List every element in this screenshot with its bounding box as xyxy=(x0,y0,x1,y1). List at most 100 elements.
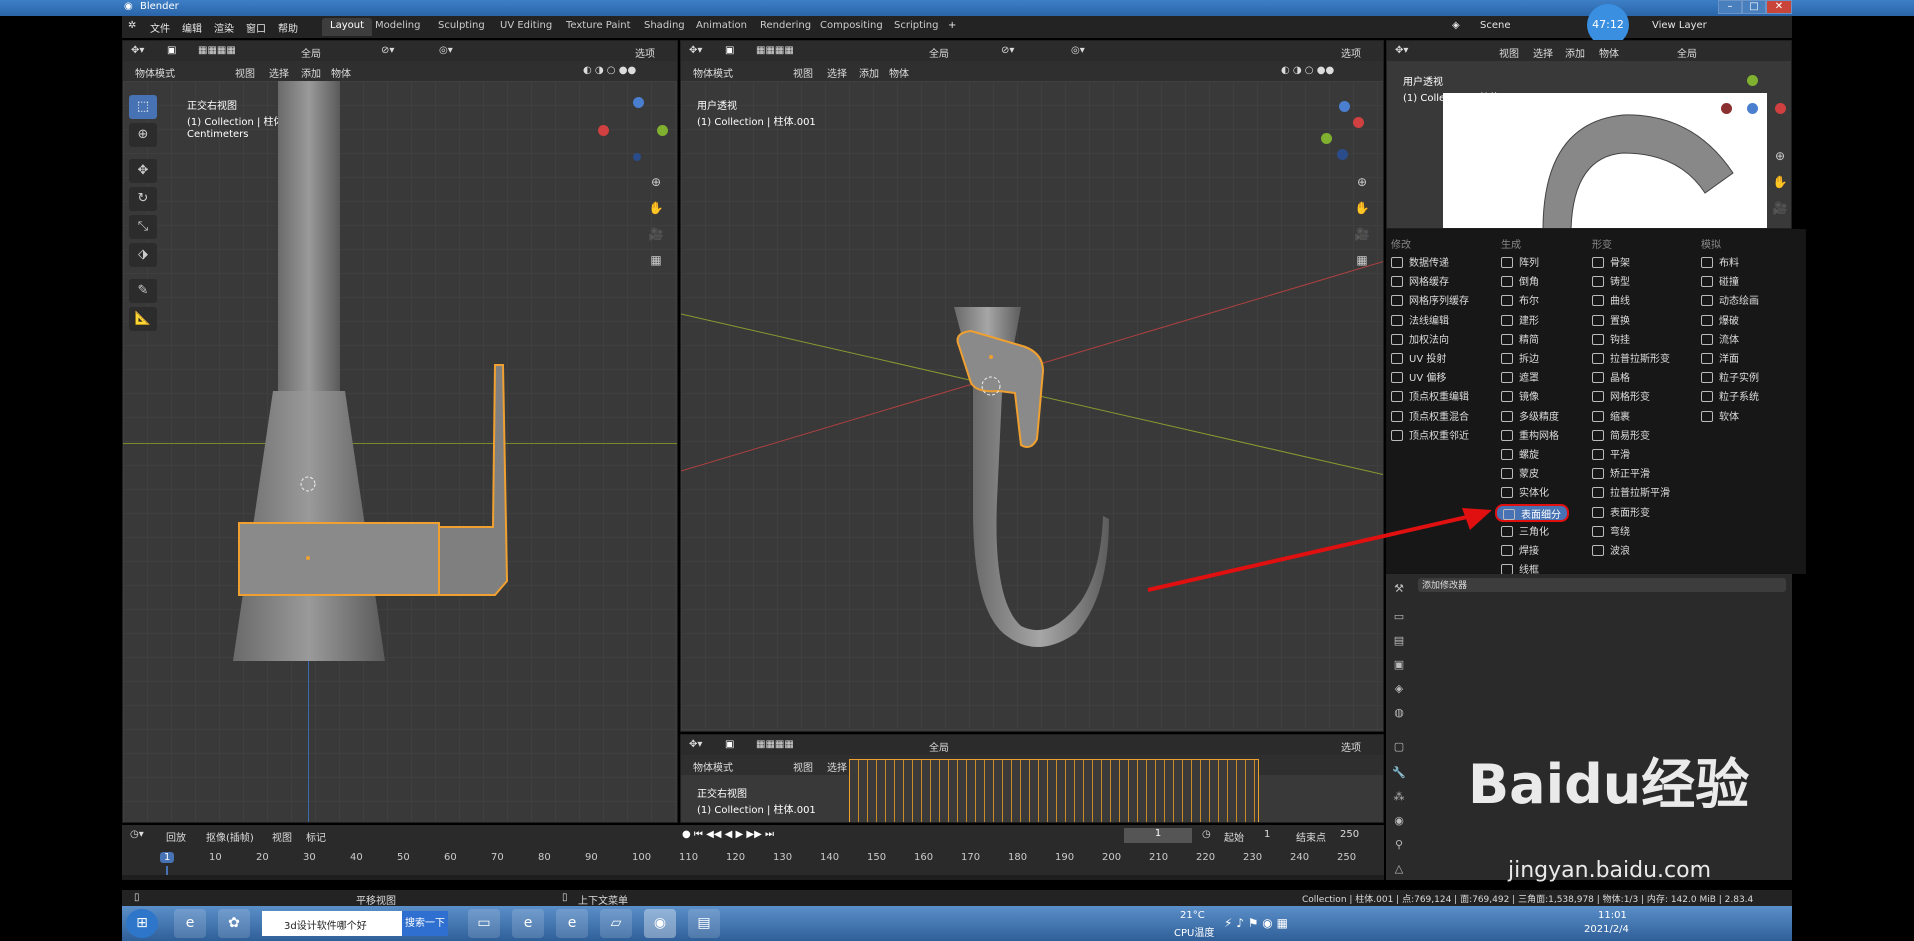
view-menu[interactable]: 视图 xyxy=(235,65,255,80)
modifier-item-generate[interactable]: 拆边 xyxy=(1501,350,1539,368)
gizmo-neg-x-icon[interactable] xyxy=(1721,103,1732,114)
start-frame-field[interactable]: 1 xyxy=(1264,829,1270,840)
output-tab-icon[interactable]: ▤ xyxy=(1390,632,1408,650)
close-button[interactable]: ✕ xyxy=(1766,0,1792,14)
modifier-item-deform[interactable]: 置换 xyxy=(1592,312,1630,330)
taskbar-search-input[interactable]: 3d设计软件哪个好 xyxy=(262,911,402,936)
add-workspace-icon[interactable]: + xyxy=(948,20,956,31)
view-layer-tab-icon[interactable]: ▣ xyxy=(1390,656,1408,674)
editor-type-icon[interactable]: ✥▾ xyxy=(131,45,144,56)
object-menu[interactable]: 物体 xyxy=(1599,45,1619,60)
options-menu[interactable]: 选项 xyxy=(1341,739,1361,754)
proportional-icon[interactable]: ◎▾ xyxy=(439,45,453,56)
tab-rendering[interactable]: Rendering xyxy=(752,18,819,36)
view-layer-name[interactable]: View Layer xyxy=(1652,20,1707,31)
modifier-item-simulate[interactable]: 软体 xyxy=(1701,408,1739,426)
tray-icons[interactable]: ⚡ ♪ ⚑ ◉ ▦ xyxy=(1224,916,1288,930)
modifier-item-modify[interactable]: 网格缓存 xyxy=(1391,273,1449,291)
modifier-item-modify[interactable]: 加权法向 xyxy=(1391,331,1449,349)
transform-orientation[interactable]: 全局 xyxy=(301,45,321,60)
select-menu[interactable]: 选择 xyxy=(827,759,847,774)
modifier-item-deform[interactable]: 曲线 xyxy=(1592,292,1630,310)
editor-type-icon[interactable]: ✥▾ xyxy=(689,739,702,750)
ie-icon-2[interactable]: e xyxy=(512,909,544,938)
select-menu[interactable]: 选择 xyxy=(1533,45,1553,60)
tab-sculpting[interactable]: Sculpting xyxy=(430,18,493,36)
green-browser-icon[interactable]: e xyxy=(556,909,588,938)
start-button-icon[interactable]: ⊞ xyxy=(126,909,158,938)
modifier-item-simulate[interactable]: 粒子实例 xyxy=(1701,369,1759,387)
modifier-item-modify[interactable]: 网格序列缓存 xyxy=(1391,292,1469,310)
modifier-item-deform[interactable]: 弯绕 xyxy=(1592,523,1630,541)
modifier-item-deform[interactable]: 波浪 xyxy=(1592,542,1630,560)
menu-file[interactable]: 文件 xyxy=(150,20,170,35)
modifier-item-modify[interactable]: 顶点权重混合 xyxy=(1391,408,1469,426)
modifier-item-deform[interactable]: 晶格 xyxy=(1592,369,1630,387)
playback-menu[interactable]: 回放 xyxy=(166,829,186,844)
menu-edit[interactable]: 编辑 xyxy=(182,20,202,35)
constraint-tab-icon[interactable]: ⚲ xyxy=(1390,836,1408,854)
gizmo-x-icon[interactable] xyxy=(1775,103,1786,114)
particles-tab-icon[interactable]: ⁂ xyxy=(1390,788,1408,806)
select-mode-icon[interactable]: ▦▦▦▦ xyxy=(198,45,236,56)
render-tab-icon[interactable]: ▭ xyxy=(1390,608,1408,626)
options-menu[interactable]: 选项 xyxy=(635,45,655,60)
select-mode-icon[interactable]: ▦▦▦▦ xyxy=(756,739,794,750)
modifier-item-deform[interactable]: 简易形变 xyxy=(1592,427,1650,445)
modifier-item-generate[interactable]: 阵列 xyxy=(1501,254,1539,272)
select-box-icon[interactable]: ▣ xyxy=(167,45,176,56)
faucet-side-model[interactable] xyxy=(123,81,678,823)
modifier-item-generate[interactable]: 多级精度 xyxy=(1501,408,1559,426)
pan-hand-icon[interactable]: ✋ xyxy=(1769,171,1791,193)
modifier-item-generate[interactable]: 倒角 xyxy=(1501,273,1539,291)
scene-name[interactable]: Scene xyxy=(1480,20,1511,31)
modifier-tab-icon[interactable]: 🔧 xyxy=(1390,764,1408,782)
modifier-item-deform[interactable]: 表面形变 xyxy=(1592,504,1650,522)
add-menu[interactable]: 添加 xyxy=(1565,45,1585,60)
transform-orientation[interactable]: 全局 xyxy=(1677,45,1697,60)
modifier-item-deform[interactable]: 网格形变 xyxy=(1592,388,1650,406)
mode-select[interactable]: 物体模式 xyxy=(693,759,733,774)
editor-type-icon[interactable]: ✥▾ xyxy=(1395,45,1408,56)
modifier-item-deform[interactable]: 铸型 xyxy=(1592,273,1630,291)
keying-menu[interactable]: 抠像(插帧) xyxy=(206,829,254,844)
select-menu[interactable]: 选择 xyxy=(269,65,289,80)
view-menu[interactable]: 视图 xyxy=(793,759,813,774)
modifier-item-generate[interactable]: 螺旋 xyxy=(1501,446,1539,464)
add-menu[interactable]: 添加 xyxy=(301,65,321,80)
world-tab-icon[interactable]: ◍ xyxy=(1390,704,1408,722)
modifier-item-simulate[interactable]: 动态绘画 xyxy=(1701,292,1759,310)
modifier-item-modify[interactable]: UV 偏移 xyxy=(1391,369,1446,387)
flower-app-icon[interactable]: ✿ xyxy=(218,909,250,938)
shading-icons[interactable]: ◐ ◑ ○ ●● xyxy=(583,65,636,76)
physics-tab-icon[interactable]: ◉ xyxy=(1390,812,1408,830)
mode-select[interactable]: 物体模式 xyxy=(135,65,175,80)
notes-icon[interactable]: ▤ xyxy=(688,909,720,938)
modifier-item-simulate[interactable]: 碰撞 xyxy=(1701,273,1739,291)
modifier-item-generate[interactable]: 重构网格 xyxy=(1501,427,1559,445)
modifier-item-simulate[interactable]: 布料 xyxy=(1701,254,1739,272)
object-menu[interactable]: 物体 xyxy=(331,65,351,80)
end-frame-field[interactable]: 250 xyxy=(1340,829,1359,840)
modifier-item-deform[interactable]: 钩挂 xyxy=(1592,331,1630,349)
modifier-item-deform[interactable]: 骨架 xyxy=(1592,254,1630,272)
zoom-icon[interactable]: ⊕ xyxy=(1769,145,1791,167)
playback-controls-icon[interactable]: ● ⏮ ◀◀ ◀ ▶ ▶▶ ⏭ xyxy=(682,829,774,840)
modifier-item-generate[interactable]: 镜像 xyxy=(1501,388,1539,406)
current-frame-field[interactable]: 1 xyxy=(1124,828,1192,843)
modifier-item-generate[interactable]: 蒙皮 xyxy=(1501,465,1539,483)
tab-texture-paint[interactable]: Texture Paint xyxy=(558,18,639,36)
wireframe-mesh[interactable] xyxy=(849,759,1259,822)
modifier-item-modify[interactable]: 数据传递 xyxy=(1391,254,1449,272)
tool-tab-icon[interactable]: ⚒ xyxy=(1390,580,1408,598)
modifier-item-generate[interactable]: 建形 xyxy=(1501,312,1539,330)
modifier-item-deform[interactable]: 平滑 xyxy=(1592,446,1630,464)
viewport-center[interactable]: ✥▾ ▣ ▦▦▦▦ 全局 ⊘▾ ◎▾ 选项 物体模式 视图 选择 添加 物体 ◐… xyxy=(680,40,1384,732)
viewport-bottom[interactable]: ✥▾ ▣ ▦▦▦▦ 全局 选项 物体模式 视图 选择 添加 物体 正交右视图 (… xyxy=(680,734,1384,823)
select-box-icon[interactable]: ▣ xyxy=(725,739,734,750)
blender-menu-icon[interactable]: ✲ xyxy=(128,20,136,31)
tab-animation[interactable]: Animation xyxy=(688,18,755,36)
modifier-item-generate[interactable]: 遮罩 xyxy=(1501,369,1539,387)
modifier-item-simulate[interactable]: 流体 xyxy=(1701,331,1739,349)
modifier-item-simulate[interactable]: 洋面 xyxy=(1701,350,1739,368)
